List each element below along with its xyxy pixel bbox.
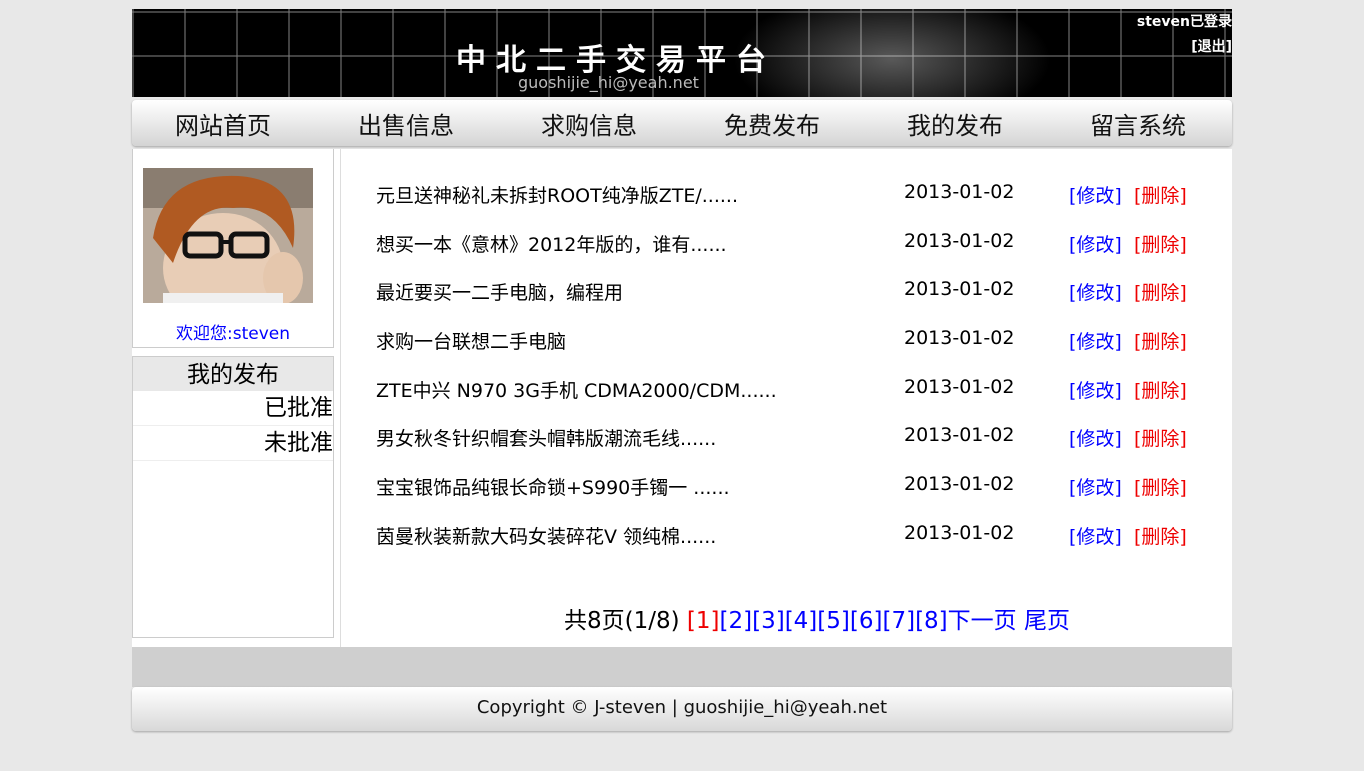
delete-link[interactable]: [删除] [1134,522,1187,549]
page-link[interactable]: [3] [752,608,785,634]
list-item: 宝宝银饰品纯银长命锁+S990手镯一 ...... 2013-01-02 [修改… [376,473,1196,503]
post-date: 2013-01-02 [904,376,1015,398]
page-link[interactable]: [2] [720,608,753,634]
post-date: 2013-01-02 [904,522,1015,544]
list-item: 想买一本《意林》2012年版的，谁有...... 2013-01-02 [修改]… [376,230,1196,260]
post-title[interactable]: 求购一台联想二手电脑 [376,327,566,354]
list-item: 求购一台联想二手电脑 2013-01-02 [修改] [删除] [376,327,1196,357]
nav-message-board[interactable]: 留言系统 [1090,106,1186,141]
list-item: 最近要买一二手电脑，编程用 2013-01-02 [修改] [删除] [376,278,1196,308]
nav-sell-info[interactable]: 出售信息 [358,106,454,141]
delete-link[interactable]: [删除] [1134,473,1187,500]
edit-link[interactable]: [修改] [1069,473,1122,500]
edit-link[interactable]: [修改] [1069,327,1122,354]
avatar [143,168,313,303]
edit-link[interactable]: [修改] [1069,181,1122,208]
post-date: 2013-01-02 [904,230,1015,252]
post-title[interactable]: 想买一本《意林》2012年版的，谁有...... [376,230,727,257]
avatar-photo [143,168,313,303]
post-date: 2013-01-02 [904,424,1015,446]
post-title[interactable]: 最近要买一二手电脑，编程用 [376,278,623,305]
post-title[interactable]: 宝宝银饰品纯银长命锁+S990手镯一 ...... [376,473,730,500]
footer-text: Copyright © J-steven | guoshijie_hi@yeah… [476,697,888,718]
menu-title: 我的发布 [133,357,333,391]
footer: Copyright © J-steven | guoshijie_hi@yeah… [132,687,1232,731]
page-link[interactable]: [7] [882,608,915,634]
list-item: 男女秋冬针织帽套头帽韩版潮流毛线...... 2013-01-02 [修改] [… [376,424,1196,454]
delete-link[interactable]: [删除] [1134,181,1187,208]
page-link[interactable]: [4] [785,608,818,634]
site-header: 中北二手交易平台 guoshijie_hi@yeah.net steven已登录… [132,9,1232,97]
list-item: 元旦送神秘礼未拆封ROOT纯净版ZTE/...... 2013-01-02 [修… [376,181,1196,211]
post-title[interactable]: ZTE中兴 N970 3G手机 CDMA2000/CDM...... [376,376,777,403]
column-divider [340,149,341,647]
nav-free-post[interactable]: 免费发布 [724,106,820,141]
last-page-link[interactable]: 尾页 [1024,608,1070,634]
edit-link[interactable]: [修改] [1069,278,1122,305]
post-date: 2013-01-02 [904,473,1015,495]
welcome-text: 欢迎您:steven [175,324,290,344]
footer-spacer [132,647,1232,687]
list-item: ZTE中兴 N970 3G手机 CDMA2000/CDM...... 2013-… [376,376,1196,406]
list-item: 茵曼秋装新款大码女装碎花V 领纯棉...... 2013-01-02 [修改] … [376,522,1196,552]
post-date: 2013-01-02 [904,327,1015,349]
edit-link[interactable]: [修改] [1069,522,1122,549]
main-nav: 网站首页 出售信息 求购信息 免费发布 我的发布 留言系统 [132,100,1232,146]
page-link[interactable]: [8] [915,608,948,634]
delete-link[interactable]: [删除] [1134,376,1187,403]
nav-my-posts[interactable]: 我的发布 [907,106,1003,141]
page-wrapper: 中北二手交易平台 guoshijie_hi@yeah.net steven已登录… [132,9,1232,731]
post-date: 2013-01-02 [904,278,1015,300]
post-title[interactable]: 元旦送神秘礼未拆封ROOT纯净版ZTE/...... [376,181,738,208]
page-summary: 共8页(1/8) [564,608,680,634]
main-content: 欢迎您:steven 我的发布 已批准 未批准 元旦送神秘礼未拆封ROOT纯净版… [132,149,1232,647]
nav-buy-info[interactable]: 求购信息 [541,106,637,141]
my-posts-menu: 我的发布 已批准 未批准 [132,356,334,638]
post-date: 2013-01-02 [904,181,1015,203]
edit-link[interactable]: [修改] [1069,424,1122,451]
delete-link[interactable]: [删除] [1134,327,1187,354]
login-status: steven已登录 [1136,14,1232,30]
menu-item-unapproved[interactable]: 未批准 [133,426,333,461]
post-title[interactable]: 茵曼秋装新款大码女装碎花V 领纯棉...... [376,522,716,549]
page-link-current[interactable]: [1] [687,608,720,634]
delete-link[interactable]: [删除] [1134,278,1187,305]
pagination: 共8页(1/8) [1][2][3][4][5][6][7][8]下一页 尾页 [564,601,1070,635]
edit-link[interactable]: [修改] [1069,230,1122,257]
menu-item-approved[interactable]: 已批准 [133,391,333,426]
delete-link[interactable]: [删除] [1134,424,1187,451]
profile-panel: 欢迎您:steven [132,149,334,348]
delete-link[interactable]: [删除] [1134,230,1187,257]
header-glow [732,9,1052,97]
page-link[interactable]: [6] [850,608,883,634]
site-email: guoshijie_hi@yeah.net [518,73,699,92]
page-link[interactable]: [5] [817,608,850,634]
next-page-link[interactable]: 下一页 [948,608,1017,634]
nav-home[interactable]: 网站首页 [175,106,271,141]
logout-link[interactable]: [退出] [1191,36,1232,56]
edit-link[interactable]: [修改] [1069,376,1122,403]
post-title[interactable]: 男女秋冬针织帽套头帽韩版潮流毛线...... [376,424,716,451]
